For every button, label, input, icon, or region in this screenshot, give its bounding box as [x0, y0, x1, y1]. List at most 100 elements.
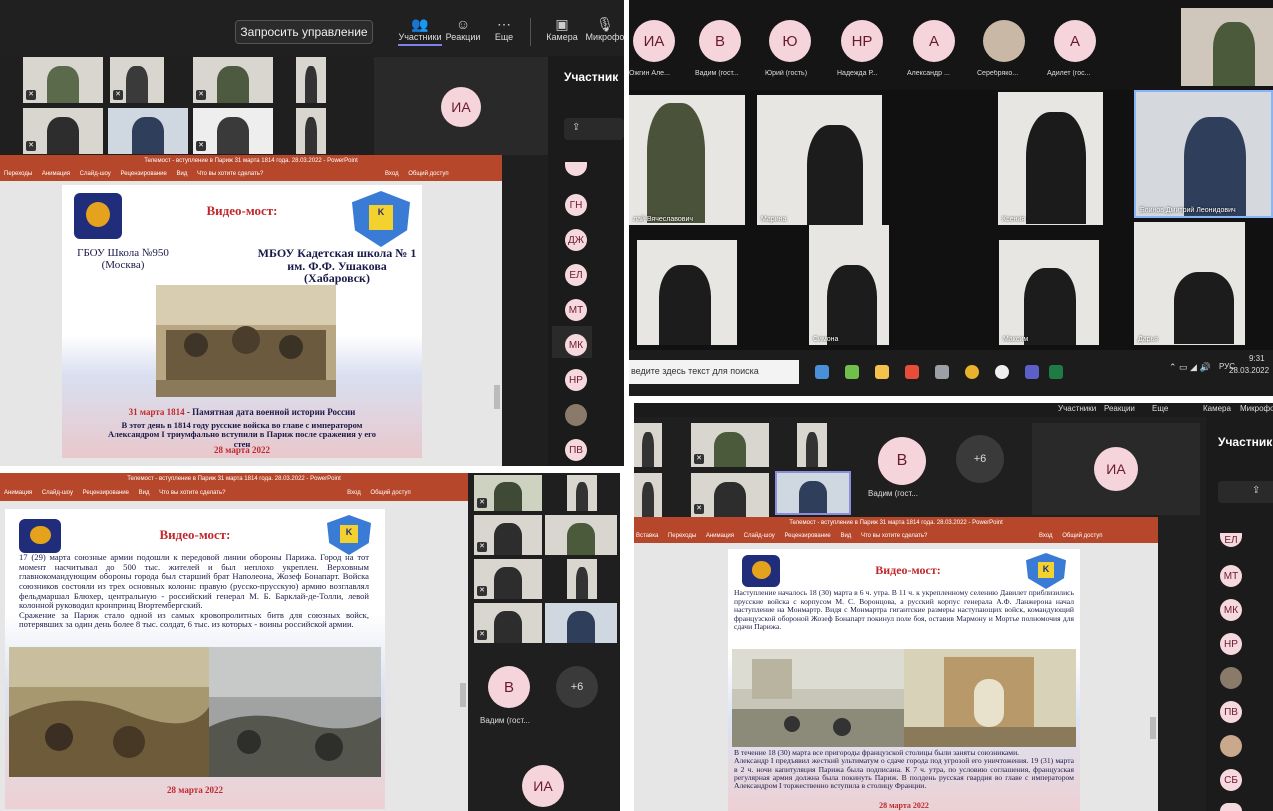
settings-icon[interactable]: [935, 365, 949, 379]
task-view-icon[interactable]: [815, 365, 829, 379]
video-tile[interactable]: Симона: [809, 225, 889, 345]
video-thumbnail[interactable]: [775, 471, 851, 515]
avatar[interactable]: В: [878, 437, 926, 485]
video-thumbnail[interactable]: [545, 603, 617, 643]
scrollbar[interactable]: [1150, 717, 1156, 739]
video-tile[interactable]: Максим: [999, 240, 1099, 345]
menu-item[interactable]: Вид: [840, 533, 851, 539]
menu-item[interactable]: Общий доступ: [408, 171, 448, 177]
avatar-tile[interactable]: ИА: [1032, 423, 1200, 515]
reactions-button[interactable]: Реакции: [1104, 404, 1135, 413]
teams-icon[interactable]: [1025, 365, 1039, 379]
menu-item[interactable]: Переходы: [4, 171, 32, 177]
menu-item[interactable]: Слайд-шоу: [744, 533, 775, 539]
share-button[interactable]: ⇪: [1218, 481, 1273, 503]
menu-item[interactable]: Вход: [1039, 533, 1053, 539]
date-description: - Памятная дата военной истории России: [184, 407, 356, 417]
video-thumbnail[interactable]: ✕: [474, 475, 542, 511]
video-thumbnail[interactable]: [634, 423, 662, 467]
participant-name: Марина: [761, 216, 787, 223]
video-thumbnail[interactable]: [296, 57, 326, 103]
video-thumbnail[interactable]: [1181, 8, 1273, 86]
taskbar-search[interactable]: ведите здесь текст для поиска: [629, 360, 799, 384]
video-tile[interactable]: Марина: [757, 95, 882, 225]
yandex-icon[interactable]: [905, 365, 919, 379]
menu-item[interactable]: Переходы: [668, 533, 696, 539]
participant-video: [494, 482, 522, 511]
more-participants-badge[interactable]: +6: [956, 435, 1004, 483]
excel-icon[interactable]: [1049, 365, 1063, 379]
video-thumbnail[interactable]: ✕: [193, 57, 273, 103]
menu-item[interactable]: Общий доступ: [1062, 533, 1102, 539]
chrome-icon[interactable]: [965, 365, 979, 379]
yandex-browser-icon[interactable]: [995, 365, 1009, 379]
request-control-button[interactable]: Запросить управление: [235, 20, 373, 44]
menu-item[interactable]: Слайд-шоу: [42, 490, 73, 496]
camera-button[interactable]: ▣ Камера: [545, 16, 579, 42]
menu-item[interactable]: Анимация: [42, 171, 70, 177]
menu-item[interactable]: Что вы хотите сделать?: [861, 533, 927, 539]
video-thumbnail[interactable]: [296, 108, 326, 154]
mic-off-icon: ✕: [113, 90, 123, 100]
participant-video: [714, 481, 746, 517]
menu-item[interactable]: Слайд-шоу: [80, 171, 111, 177]
video-thumbnail[interactable]: ✕: [23, 57, 103, 103]
video-thumbnail[interactable]: ✕: [23, 108, 103, 154]
share-button[interactable]: ⇪: [564, 118, 624, 140]
video-thumbnail[interactable]: ✕: [110, 57, 164, 103]
participants-button[interactable]: Участники: [1058, 404, 1096, 413]
menu-item[interactable]: Вид: [139, 490, 150, 496]
menu-item[interactable]: Вход: [347, 490, 361, 496]
mic-off-icon: ✕: [26, 141, 36, 151]
avatar-tile[interactable]: ИА: [374, 57, 548, 155]
more-button[interactable]: Еще: [1152, 404, 1168, 413]
participant-name: Максим: [1003, 336, 1029, 343]
video-thumbnail[interactable]: ✕: [193, 108, 273, 154]
menu-item[interactable]: Рецензирование: [784, 533, 830, 539]
avatar: ИА: [633, 20, 675, 62]
video-thumbnail[interactable]: ✕: [474, 559, 542, 599]
video-thumbnail[interactable]: ✕: [691, 423, 769, 467]
menu-item[interactable]: Анимация: [706, 533, 734, 539]
menu-item[interactable]: Вид: [176, 171, 187, 177]
more-button[interactable]: ⋯ Еще: [490, 16, 518, 42]
video-thumbnail[interactable]: ✕: [691, 473, 769, 517]
video-thumbnail[interactable]: ✕: [474, 603, 542, 643]
video-thumbnail[interactable]: [567, 475, 597, 511]
participants-button[interactable]: 👥 Участники: [398, 16, 442, 46]
avatar: [565, 404, 587, 426]
video-thumbnail[interactable]: [634, 473, 662, 517]
video-thumbnail[interactable]: [545, 515, 617, 555]
avatar[interactable]: ИА: [522, 765, 564, 807]
microphone-button[interactable]: Микрофо: [1240, 404, 1273, 413]
microphone-button[interactable]: 🎙 Микрофо: [585, 16, 624, 42]
more-participants-badge[interactable]: +6: [556, 666, 598, 708]
menu-item[interactable]: Общий доступ: [370, 490, 410, 496]
menu-item[interactable]: Вставка: [636, 533, 658, 539]
menu-item[interactable]: Рецензирование: [120, 171, 166, 177]
video-thumbnail[interactable]: ✕: [474, 515, 542, 555]
reactions-button[interactable]: ☺ Реакции: [445, 16, 481, 42]
scrollbar[interactable]: [460, 683, 466, 707]
avatar[interactable]: В: [488, 666, 530, 708]
menu-item[interactable]: Рецензирование: [83, 490, 129, 496]
video-tile[interactable]: лай Вячеславович: [629, 95, 745, 225]
menu-item[interactable]: Что вы хотите сделать?: [159, 490, 225, 496]
video-thumbnail[interactable]: [567, 559, 597, 599]
camera-button[interactable]: Камера: [1203, 404, 1231, 413]
menu-item[interactable]: Анимация: [4, 490, 32, 496]
avatar-photo: [1220, 735, 1242, 757]
avatar: А: [1054, 20, 1096, 62]
scrollbar[interactable]: [494, 385, 500, 409]
video-tile[interactable]: Дарья: [1134, 222, 1245, 345]
video-tile[interactable]: Ксения: [998, 92, 1103, 225]
file-explorer-icon[interactable]: [875, 365, 889, 379]
app-icon[interactable]: [845, 365, 859, 379]
video-tile[interactable]: [637, 240, 737, 345]
video-thumbnail[interactable]: [108, 108, 188, 154]
video-tile[interactable]: Блинов Дмитрий Леонидович: [1134, 90, 1273, 218]
participant-video: [305, 117, 317, 154]
video-thumbnail[interactable]: [797, 423, 827, 467]
menu-item[interactable]: Вход: [385, 171, 399, 177]
menu-item[interactable]: Что вы хотите сделать?: [197, 171, 263, 177]
